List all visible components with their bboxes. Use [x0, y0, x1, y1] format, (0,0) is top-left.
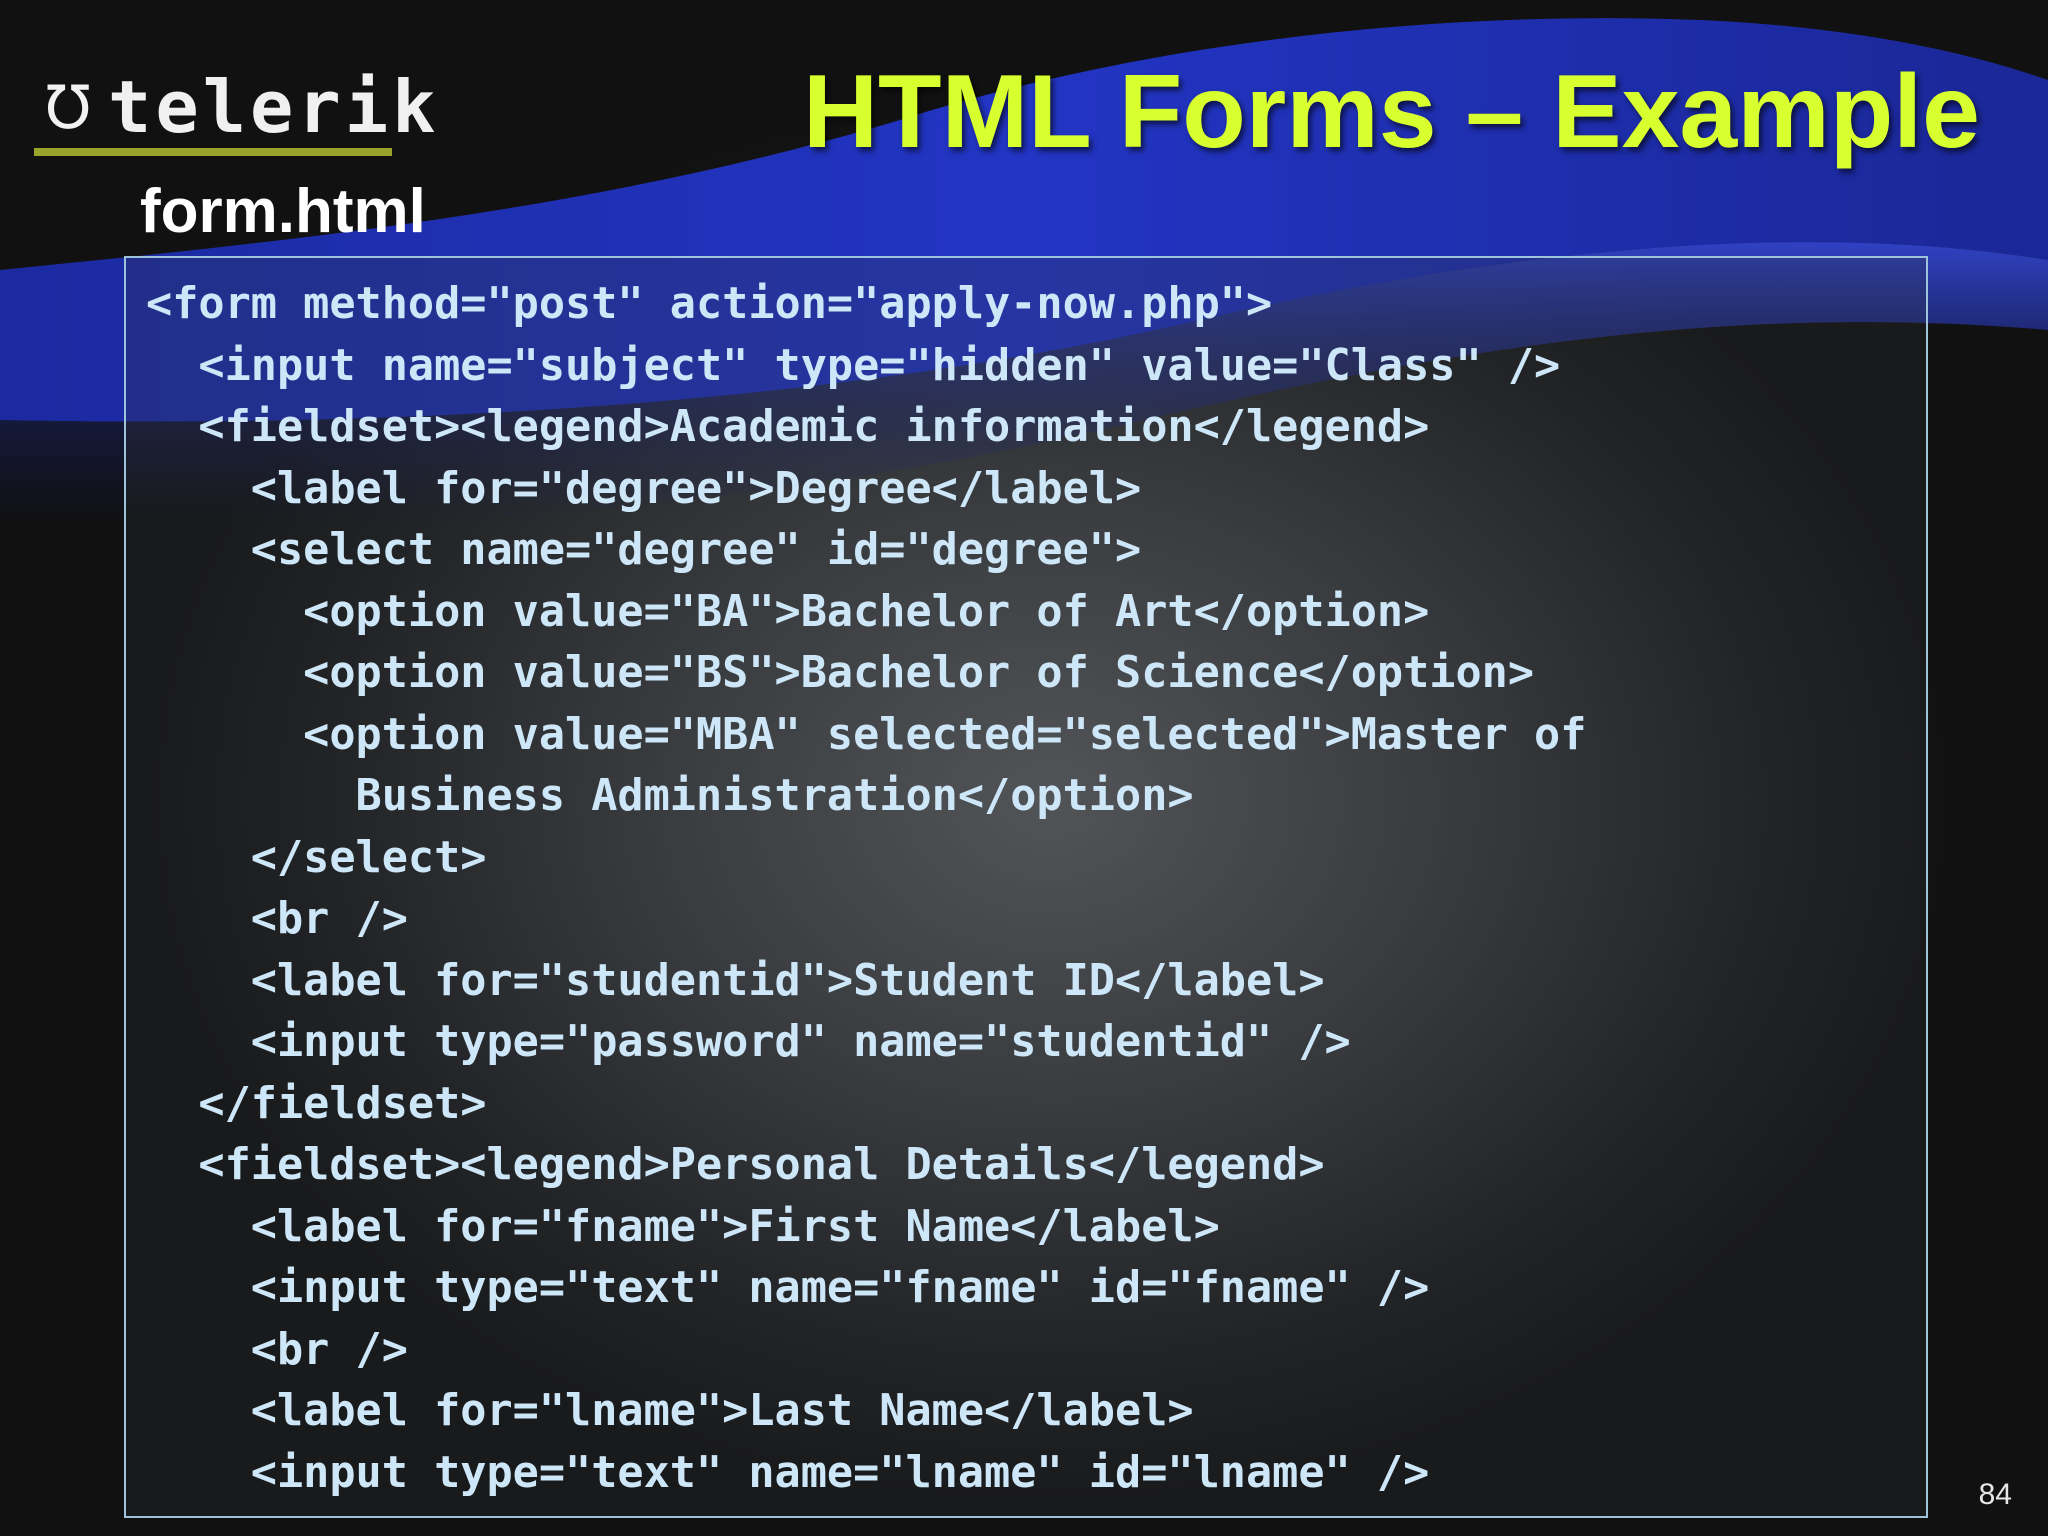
file-name-label: form.html	[140, 177, 426, 246]
code-line: <form method="post" action="apply-now.ph…	[146, 279, 1273, 329]
code-line: <option value="BA">Bachelor of Art</opti…	[146, 586, 1430, 637]
code-line: </fieldset>	[146, 1078, 487, 1129]
code-line: <label for="degree">Degree</label>	[146, 463, 1142, 514]
code-block: <form method="post" action="apply-now.ph…	[124, 256, 1928, 1518]
slide-title: HTML Forms – Example	[802, 54, 1980, 170]
code-line: <select name="degree" id="degree">	[146, 525, 1142, 575]
code-line: <label for="studentid">Student ID</label…	[146, 955, 1325, 1006]
slide-number: 84	[1978, 1478, 2012, 1511]
code-line: <input type="text" name="lname" id="lnam…	[146, 1447, 1430, 1498]
code-line: </select>	[146, 832, 487, 883]
code-line: <input type="text" name="fname" id="fnam…	[146, 1263, 1430, 1313]
code-line: <input type="password" name="studentid" …	[146, 1017, 1351, 1067]
code-line: <label for="lname">Last Name</label>	[146, 1386, 1194, 1436]
code-line: <fieldset><legend>Academic information</…	[146, 402, 1430, 452]
code-line: <option value="MBA" selected="selected">…	[146, 709, 1587, 760]
code-line: <label for="fname">First Name</label>	[146, 1201, 1220, 1252]
code-line: <br />	[146, 894, 408, 944]
logo-underline	[34, 148, 392, 156]
logo-text: telerik	[108, 65, 440, 149]
code-line: <option value="BS">Bachelor of Science</…	[146, 648, 1535, 698]
code-line: <br />	[146, 1324, 408, 1375]
code-line: <fieldset><legend>Personal Details</lege…	[146, 1140, 1325, 1190]
code-line: <input name="subject" type="hidden" valu…	[146, 340, 1561, 391]
code-line: Business Administration</option>	[146, 771, 1194, 821]
telerik-logo: ℧ telerik	[34, 62, 435, 158]
telerik-logo-icon: ℧	[45, 73, 91, 143]
